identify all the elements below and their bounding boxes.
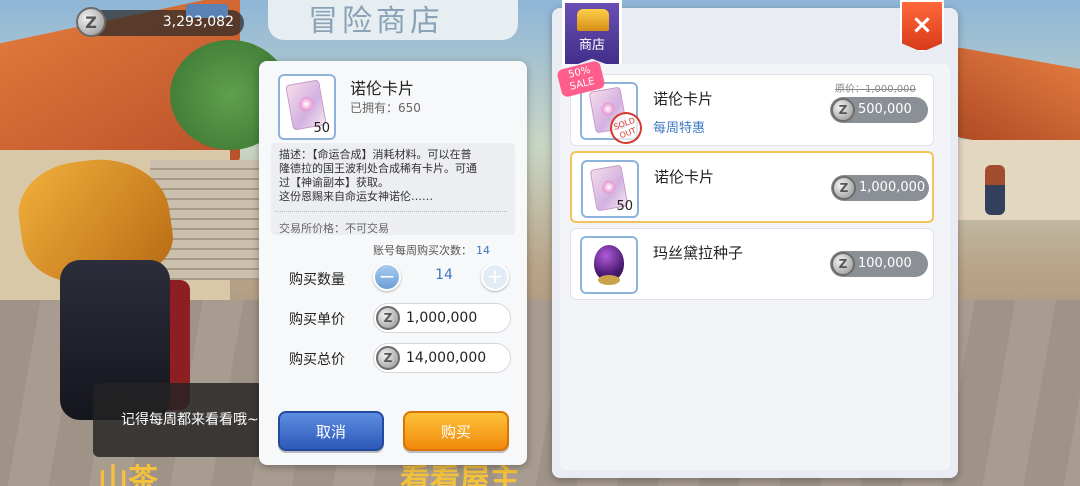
shop-item-mastela-seed[interactable]: 玛丝黛拉种子 Z 100,000 xyxy=(570,228,934,300)
total-price-value: 14,000,000 xyxy=(406,350,487,366)
mastela-seed-icon xyxy=(594,245,624,285)
price-tag: Z 500,000 xyxy=(830,97,928,123)
price-tag: Z 1,000,000 xyxy=(831,175,929,201)
z-coin-icon: Z xyxy=(76,7,106,37)
shop-item-norn-card[interactable]: 50 诺伦卡片 Z 1,000,000 xyxy=(570,151,934,223)
z-coin-icon: Z xyxy=(831,252,855,276)
total-price-label: 购买总价 xyxy=(289,352,345,368)
description-line: 这份恩赐来自命运女神诺伦…… xyxy=(279,190,433,203)
z-coin-icon: Z xyxy=(376,346,400,370)
treasure-chest-icon xyxy=(577,9,609,31)
unit-price-label: 购买单价 xyxy=(289,312,345,328)
owned-value: 650 xyxy=(398,101,421,115)
description-line: 描述：【命运合成】消耗材料。可以在普 xyxy=(279,148,472,161)
z-coin-icon: Z xyxy=(376,306,400,330)
owned-label: 已拥有： xyxy=(350,101,399,115)
price-value: 100,000 xyxy=(858,256,912,271)
item-quantity: 50 xyxy=(616,199,633,214)
quantity-value[interactable]: 14 xyxy=(404,267,484,283)
weekly-limit-label: 账号每周购买次数： xyxy=(373,244,472,257)
player-character xyxy=(12,150,190,420)
unit-price-field: Z 1,000,000 xyxy=(373,303,511,333)
scene-text-left: 山茶 xyxy=(98,463,158,486)
shop-title: 商店 xyxy=(578,38,605,53)
unit-price-value: 1,000,000 xyxy=(406,310,478,326)
price-tag: Z 100,000 xyxy=(830,251,928,277)
divider xyxy=(275,211,507,212)
total-price-field: Z 14,000,000 xyxy=(373,343,511,373)
description-line: 过【神谕副本】获取。 xyxy=(279,176,389,189)
item-thumbnail xyxy=(580,236,638,294)
house-wall-right xyxy=(955,140,1080,220)
close-icon: × xyxy=(911,10,933,40)
owned-count: 已拥有：650 xyxy=(350,99,421,116)
shop-panel: 商店 × SOLD OUT 50% SALE 诺伦卡片 每周特惠 原价：1,00… xyxy=(552,0,958,478)
price-value: 1,000,000 xyxy=(859,180,926,195)
cancel-button[interactable]: 取消 xyxy=(278,411,384,451)
weekly-limit: 账号每周购买次数： 14 xyxy=(373,242,490,258)
z-coin-icon: Z xyxy=(831,98,855,122)
shop-item-norn-card-sale[interactable]: SOLD OUT 50% SALE 诺伦卡片 每周特惠 原价：1,000,000… xyxy=(556,60,934,149)
close-button[interactable]: × xyxy=(900,0,944,52)
quantity-label: 购买数量 xyxy=(289,272,345,288)
purchase-dialog: 50 诺伦卡片 已拥有：650 描述：【命运合成】消耗材料。可以在普 隆德拉的国… xyxy=(259,61,527,465)
shop-sign-background: 冒险商店 xyxy=(268,0,518,40)
npc-character xyxy=(985,165,1005,215)
description-line: 隆德拉的国王波利处合成稀有卡片。可通 xyxy=(279,162,477,175)
item-thumbnail: 50 xyxy=(581,160,639,218)
item-thumbnail: 50 xyxy=(278,74,336,140)
shop-item-name: 诺伦卡片 xyxy=(654,168,715,186)
currency-bar: Z 3,293,082 xyxy=(76,4,244,37)
z-coin-icon: Z xyxy=(832,176,856,200)
decrease-quantity-button[interactable]: − xyxy=(373,263,401,291)
price-value: 500,000 xyxy=(858,102,912,117)
weekly-limit-value: 14 xyxy=(476,244,490,257)
item-name: 诺伦卡片 xyxy=(350,79,415,98)
shop-item-subtitle: 每周特惠 xyxy=(653,121,706,136)
shop-badge: 商店 xyxy=(562,0,622,70)
trade-note: 交易所价格：不可交易 xyxy=(279,222,389,235)
toast-message: 记得每周都来看看哦~ xyxy=(93,383,263,457)
original-price: 原价：1,000,000 xyxy=(835,84,916,95)
shop-item-name: 诺伦卡片 xyxy=(653,90,714,108)
toast-text: 记得每周都来看看哦~ xyxy=(121,412,259,428)
increase-quantity-button[interactable]: + xyxy=(481,263,509,291)
shop-item-name: 玛丝黛拉种子 xyxy=(653,244,744,262)
currency-amount: 3,293,082 xyxy=(162,14,234,30)
buy-button[interactable]: 购买 xyxy=(403,411,509,451)
item-quantity: 50 xyxy=(313,121,330,136)
